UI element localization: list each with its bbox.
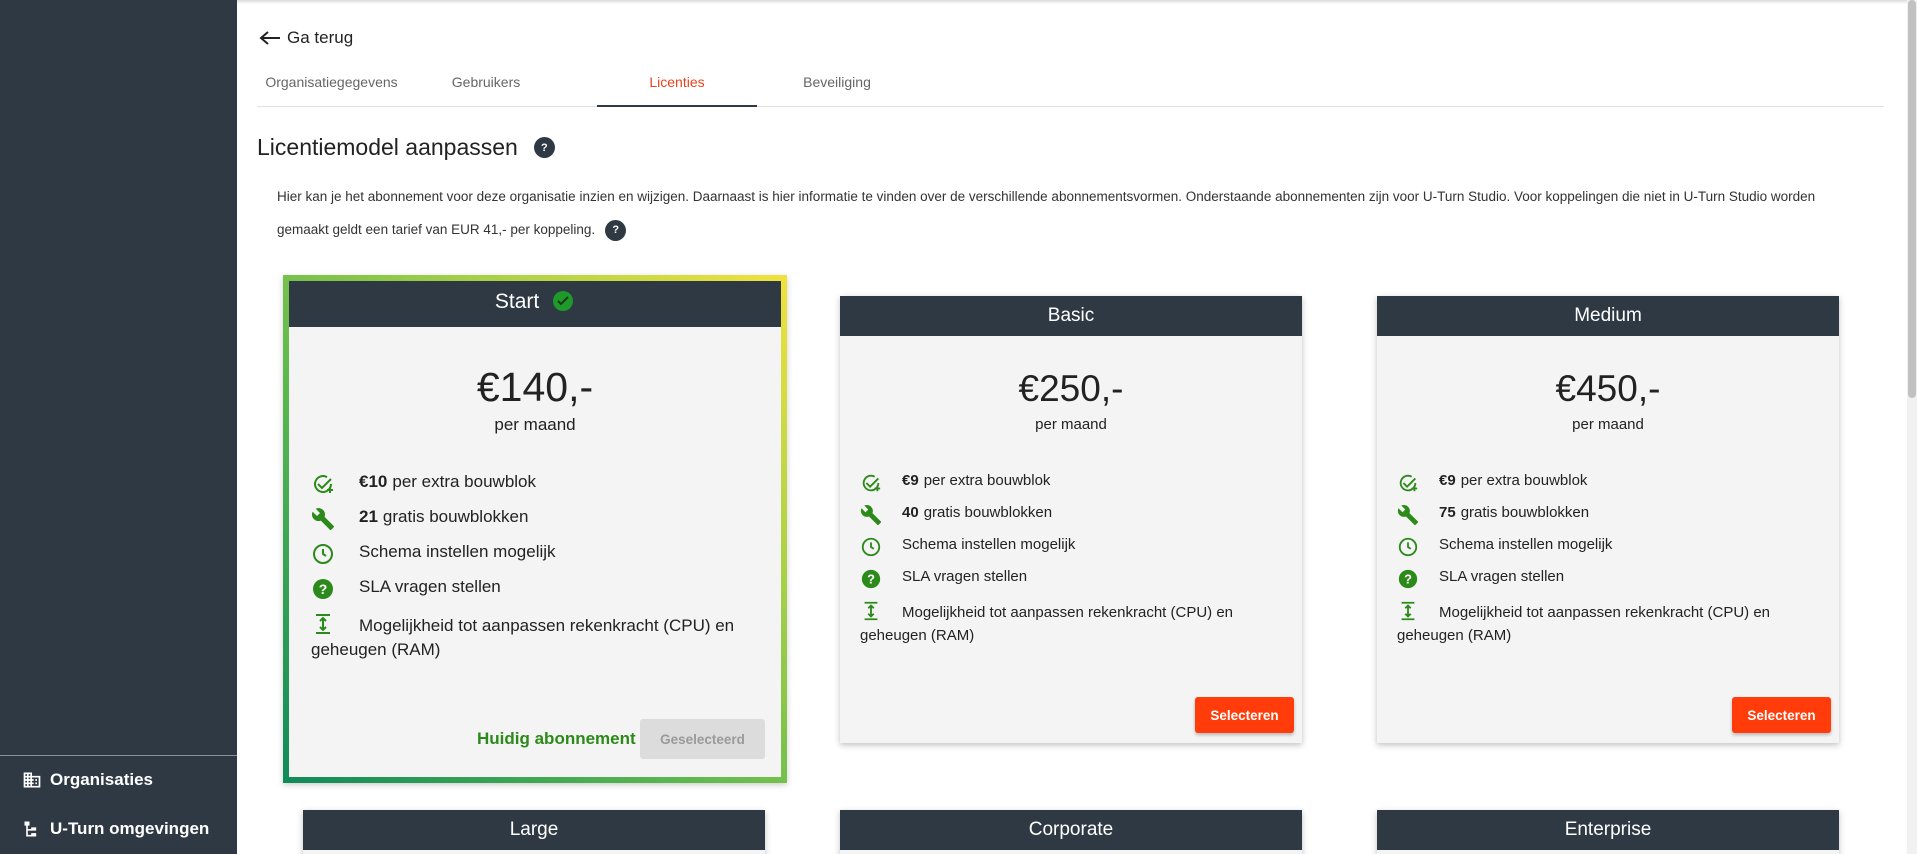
plan-header: Large bbox=[303, 810, 765, 850]
plan-card-large[interactable]: Large bbox=[303, 810, 765, 854]
plan-card-start[interactable]: Start €140,- per maand €10 per extra bouw… bbox=[283, 275, 787, 783]
selected-button[interactable]: Geselecteerd bbox=[640, 719, 765, 759]
plan-header: Start bbox=[289, 281, 781, 327]
hierarchy-icon bbox=[24, 821, 37, 837]
plan-price: €140,- bbox=[476, 364, 594, 410]
expand-vertical-icon bbox=[311, 612, 335, 636]
list-item: €10 per extra bouwblok bbox=[311, 472, 771, 507]
clock-icon bbox=[311, 542, 335, 566]
plan-feature-list: €9 per extra bouwblok 40 gratis bouwblokke… bbox=[860, 472, 1280, 647]
sidebar-item-u-turn-omgevingen[interactable]: U-Turn omgevingen bbox=[22, 819, 209, 839]
arrow-left-icon bbox=[259, 31, 280, 45]
check-plus-icon bbox=[860, 472, 882, 494]
question-circle-icon bbox=[860, 568, 882, 590]
list-item: SLA vragen stellen bbox=[311, 577, 771, 612]
current-plan-label: Huidig abonnement bbox=[477, 729, 636, 748]
list-item: Mogelijkheid tot aanpassen rekenkracht (… bbox=[860, 600, 1280, 647]
list-item: 75 gratis bouwblokken bbox=[1397, 504, 1817, 536]
list-item: Mogelijkheid tot aanpassen rekenkracht (… bbox=[311, 612, 771, 662]
list-item: 21 gratis bouwblokken bbox=[311, 507, 771, 542]
tab-bar: Organisatiegegevens Gebruikers Licenties… bbox=[257, 60, 1884, 107]
tab-beveiliging[interactable]: Beveiliging bbox=[757, 60, 917, 107]
wrench-icon bbox=[1397, 504, 1419, 526]
expand-vertical-icon bbox=[860, 600, 882, 622]
scrollbar[interactable] bbox=[1907, 0, 1917, 854]
plan-header: Corporate bbox=[840, 810, 1302, 850]
plan-header: Basic bbox=[840, 296, 1302, 336]
page-title: Licentiemodel aanpassen ? bbox=[257, 134, 555, 161]
plan-header: Medium bbox=[1377, 296, 1839, 336]
check-plus-icon bbox=[311, 472, 335, 496]
clock-icon bbox=[860, 536, 882, 558]
page-description: Hier kan je het abonnement voor deze org… bbox=[277, 180, 1867, 246]
list-item: Mogelijkheid tot aanpassen rekenkracht (… bbox=[1397, 600, 1817, 647]
tab-licenties[interactable]: Licenties bbox=[597, 60, 757, 107]
plan-price: €450,- bbox=[1555, 368, 1661, 409]
list-item: SLA vragen stellen bbox=[860, 568, 1280, 600]
plan-period: per maand bbox=[1035, 416, 1107, 433]
sidebar: Organisaties U-Turn omgevingen bbox=[0, 0, 237, 854]
sidebar-item-label: U-Turn omgevingen bbox=[50, 819, 210, 838]
clock-icon bbox=[1397, 536, 1419, 558]
list-item: €9 per extra bouwblok bbox=[1397, 472, 1817, 504]
plan-card-corporate[interactable]: Corporate bbox=[840, 810, 1302, 854]
list-item: 40 gratis bouwblokken bbox=[860, 504, 1280, 536]
sidebar-item-label: Organisaties bbox=[50, 770, 153, 789]
question-circle-icon bbox=[1397, 568, 1419, 590]
plan-feature-list: €9 per extra bouwblok 75 gratis bouwblokke… bbox=[1397, 472, 1817, 647]
sidebar-divider bbox=[0, 755, 237, 756]
plan-period: per maand bbox=[494, 415, 576, 434]
list-item: €9 per extra bouwblok bbox=[860, 472, 1280, 504]
question-circle-icon bbox=[311, 577, 335, 601]
wrench-icon bbox=[311, 507, 335, 531]
select-button[interactable]: Selecteren bbox=[1732, 697, 1831, 733]
plan-feature-list: €10 per extra bouwblok 21 gratis bouwblokk… bbox=[311, 472, 771, 662]
list-item: Schema instellen mogelijk bbox=[860, 536, 1280, 568]
back-button[interactable]: Ga terug bbox=[259, 28, 353, 48]
help-icon[interactable]: ? bbox=[533, 137, 555, 158]
list-item: SLA vragen stellen bbox=[1397, 568, 1817, 600]
plan-period: per maand bbox=[1572, 416, 1644, 433]
sidebar-item-organisaties[interactable]: Organisaties bbox=[22, 770, 153, 790]
plan-card-basic[interactable]: Basic €250,- per maand €9 per extra bouwb… bbox=[840, 296, 1302, 743]
plan-card-enterprise[interactable]: Enterprise bbox=[1377, 810, 1839, 854]
check-plus-icon bbox=[1397, 472, 1419, 494]
plan-card-medium[interactable]: Medium €450,- per maand €9 per extra bouw… bbox=[1377, 296, 1839, 743]
expand-vertical-icon bbox=[1397, 600, 1419, 622]
list-item: Schema instellen mogelijk bbox=[311, 542, 771, 577]
wrench-icon bbox=[860, 504, 882, 526]
tab-gebruikers[interactable]: Gebruikers bbox=[417, 60, 555, 107]
tab-organisatiegegevens[interactable]: Organisatiegegevens bbox=[257, 60, 406, 107]
check-circle-icon bbox=[553, 291, 574, 311]
select-button[interactable]: Selecteren bbox=[1195, 697, 1294, 733]
help-icon[interactable]: ? bbox=[605, 219, 627, 241]
scrollbar-thumb[interactable] bbox=[1908, 0, 1916, 398]
list-item: Schema instellen mogelijk bbox=[1397, 536, 1817, 568]
building-icon bbox=[23, 772, 41, 788]
plan-price: €250,- bbox=[1018, 368, 1124, 409]
plan-header: Enterprise bbox=[1377, 810, 1839, 850]
